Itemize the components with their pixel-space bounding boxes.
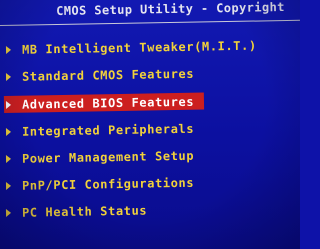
triangle-arrow-icon [5, 45, 12, 54]
bios-setup-screen: CMOS Setup Utility - Copyright MB Intell… [0, 0, 300, 249]
menu-item-label: Power Management Setup [21, 148, 195, 166]
menu-item-label: Standard CMOS Features [21, 66, 195, 84]
menu-item-integrated-peripherals[interactable]: Integrated Peripherals [5, 120, 195, 140]
main-menu: MB Intelligent Tweaker(M.I.T.) Standard … [0, 0, 300, 249]
menu-item-label: PC Health Status [21, 203, 148, 220]
triangle-arrow-icon [5, 181, 12, 190]
menu-item-label: Advanced BIOS Features [21, 94, 195, 112]
menu-item-power-management-setup[interactable]: Power Management Setup [5, 147, 195, 167]
menu-item-advanced-bios-features[interactable]: Advanced BIOS Features [3, 92, 205, 113]
triangle-arrow-icon [5, 72, 12, 81]
menu-item-standard-cmos-features[interactable]: Standard CMOS Features [5, 65, 195, 85]
menu-item-label: PnP/PCI Configurations [21, 175, 195, 193]
menu-item-mb-intelligent-tweaker[interactable]: MB Intelligent Tweaker(M.I.T.) [5, 37, 257, 58]
menu-item-label: Integrated Peripherals [21, 121, 195, 139]
triangle-arrow-icon [5, 127, 12, 136]
menu-item-label: MB Intelligent Tweaker(M.I.T.) [21, 38, 257, 57]
triangle-arrow-icon [5, 208, 12, 217]
menu-item-pc-health-status[interactable]: PC Health Status [5, 202, 148, 221]
triangle-arrow-icon [5, 100, 12, 109]
triangle-arrow-icon [5, 154, 12, 163]
menu-item-pnp-pci-configurations[interactable]: PnP/PCI Configurations [5, 174, 195, 194]
